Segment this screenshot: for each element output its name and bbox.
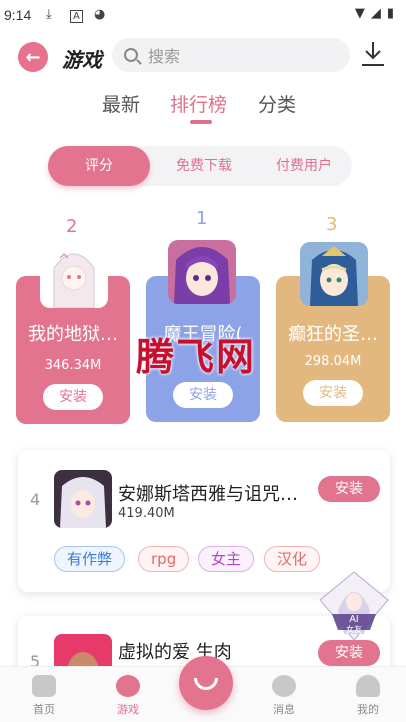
install-button[interactable]: 安装 [43, 384, 103, 410]
tab-latest[interactable]: 最新 [102, 90, 140, 117]
rank-3-number: 3 [326, 214, 338, 235]
rank-2-number: 2 [66, 216, 78, 237]
chat-icon [272, 675, 296, 697]
pac-status-icon: ◕ [94, 7, 106, 22]
nav-games-label: 游戏 [117, 703, 139, 716]
tag-cheat[interactable]: 有作弊 [54, 546, 126, 572]
watermark: 腾飞网 [136, 334, 257, 379]
nav-profile-label: 我的 [357, 703, 379, 716]
nav-home[interactable]: 首页 [14, 675, 74, 717]
install-button[interactable]: 安装 [303, 380, 363, 406]
install-button[interactable]: 安装 [318, 476, 380, 502]
status-time: 9:14 [4, 7, 32, 23]
rank-1-number: 1 [196, 208, 208, 229]
nav-messages-label: 消息 [273, 703, 295, 716]
segment-paid[interactable]: 付费用户 [256, 146, 352, 186]
app-status-icon: A [70, 10, 83, 23]
tag-chinese[interactable]: 汉化 [264, 546, 321, 572]
game-cover [54, 470, 112, 528]
search-input[interactable]: 搜索 [112, 38, 350, 72]
game-cover-2 [40, 244, 108, 308]
tag-rpg[interactable]: rpg [138, 546, 190, 572]
status-bar: 9:14 ⤓ A ◕ ▼ ◢ ▮ [0, 0, 406, 30]
game-size: 346.34M [44, 358, 102, 373]
gamepad-icon [116, 675, 140, 697]
header: ← 游戏 搜索 [0, 30, 406, 82]
search-placeholder: 搜索 [148, 47, 181, 66]
game-size: 298.04M [304, 354, 362, 369]
rank-filter: 评分 免费下载 付费用户 [48, 146, 352, 186]
ai-label: AI [349, 614, 358, 625]
tab-ranking[interactable]: 排行榜 [170, 90, 227, 117]
nav-games[interactable]: 游戏 [98, 675, 158, 717]
page-title: 游戏 [62, 48, 102, 72]
game-size: 419.40M [118, 506, 175, 521]
ai-sub-label: 女友 [346, 624, 362, 634]
user-icon [356, 675, 380, 697]
wifi-icon: ▼ [354, 6, 365, 21]
segment-rating[interactable]: 评分 [48, 146, 150, 186]
nav-profile[interactable]: 我的 [338, 675, 398, 717]
search-icon [124, 48, 138, 62]
game-cover-3 [300, 242, 368, 306]
download-icon[interactable] [360, 40, 386, 68]
game-title: 我的地狱… [28, 324, 118, 345]
top-tabs: 最新 排行榜 分类 [0, 90, 406, 130]
smile-icon [194, 678, 218, 690]
segment-free[interactable]: 免费下载 [156, 146, 252, 186]
game-title: 癫狂的圣… [288, 324, 378, 345]
ghost-icon [32, 675, 56, 697]
game-title: 安娜斯塔西雅与诅咒… [118, 484, 298, 505]
arrow-left-icon: ← [25, 46, 41, 68]
install-button[interactable]: 安装 [173, 382, 233, 408]
nav-home-label: 首页 [33, 703, 55, 716]
signal-icon: ◢ [370, 6, 381, 21]
system-icons: ▼ ◢ ▮ [355, 6, 394, 21]
battery-icon: ▮ [386, 6, 394, 21]
rank-number: 4 [30, 490, 41, 509]
download-status-icon: ⤓ [46, 7, 52, 22]
nav-messages[interactable]: 消息 [254, 675, 314, 717]
center-action-button[interactable] [179, 656, 233, 710]
ai-girlfriend-float[interactable]: AI 女友 [318, 570, 390, 646]
game-cover-1 [168, 240, 236, 304]
tab-category[interactable]: 分类 [258, 90, 296, 117]
tab-indicator [190, 120, 212, 124]
tag-heroine[interactable]: 女主 [198, 546, 255, 572]
back-button[interactable]: ← [18, 42, 48, 72]
